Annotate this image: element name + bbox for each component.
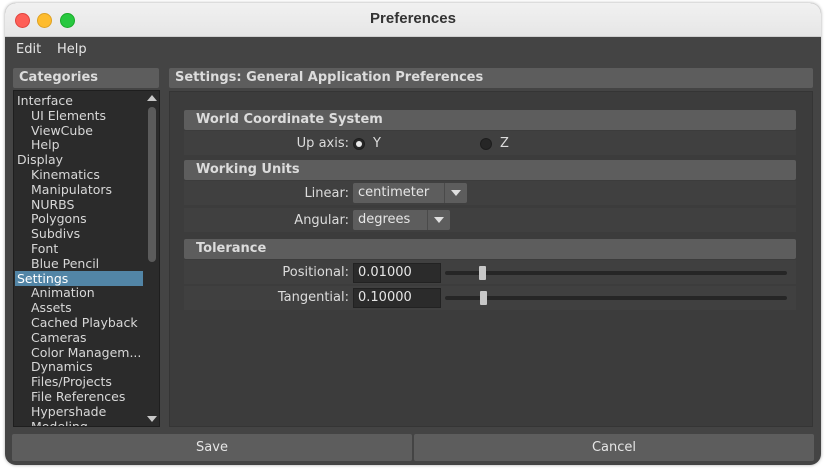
linear-value: centimeter (358, 185, 430, 200)
menu-help[interactable]: Help (57, 42, 87, 57)
category-item-display[interactable]: Display (15, 152, 143, 167)
angular-label: Angular: (294, 213, 349, 228)
category-item-files-projects[interactable]: Files/Projects (15, 374, 143, 389)
category-item-assets[interactable]: Assets (15, 300, 143, 315)
category-item-hypershade[interactable]: Hypershade (15, 404, 143, 419)
up-axis-label: Up axis: (296, 136, 349, 151)
category-item-modeling[interactable]: Modeling (15, 419, 143, 426)
tolerance-section-header[interactable]: Tolerance (184, 239, 796, 259)
linear-dropdown[interactable]: centimeter (353, 183, 467, 203)
save-button[interactable]: Save (12, 434, 412, 461)
scroll-up-icon[interactable] (147, 95, 157, 101)
linear-dropdown-button[interactable] (444, 183, 467, 203)
category-item-font[interactable]: Font (15, 241, 143, 256)
category-item-settings[interactable]: Settings (15, 270, 143, 286)
category-item-cached-playback[interactable]: Cached Playback (15, 315, 143, 330)
category-item-color-managem[interactable]: Color Managem... (15, 345, 143, 360)
category-item-viewcube[interactable]: ViewCube (15, 123, 143, 138)
angular-dropdown-button[interactable] (427, 210, 450, 230)
settings-panel: World Coordinate System Up axis: Y Z Wor… (169, 91, 813, 427)
category-item-nurbs[interactable]: NURBS (15, 197, 143, 212)
positional-slider-track[interactable] (445, 271, 787, 275)
linear-label: Linear: (304, 186, 349, 201)
category-item-ui-elements[interactable]: UI Elements (15, 108, 143, 123)
tangential-slider-handle[interactable] (480, 291, 487, 305)
category-item-interface[interactable]: Interface (15, 93, 143, 108)
menu-bar: Edit Help (5, 37, 821, 63)
category-item-file-references[interactable]: File References (15, 389, 143, 404)
settings-header: Settings: General Application Preference… (169, 68, 813, 88)
scrollbar-thumb[interactable] (148, 107, 156, 262)
chevron-down-icon (434, 217, 444, 223)
scroll-down-icon[interactable] (147, 416, 157, 422)
cancel-button[interactable]: Cancel (414, 434, 814, 461)
category-item-cameras[interactable]: Cameras (15, 330, 143, 345)
preferences-window: Preferences Edit Help Categories Interfa… (5, 3, 821, 465)
tangential-label: Tangential: (277, 290, 349, 305)
positional-input[interactable]: 0.01000 (353, 263, 441, 283)
up-axis-y-radio[interactable] (353, 138, 365, 150)
tangential-slider-track[interactable] (445, 296, 787, 300)
category-item-animation[interactable]: Animation (15, 285, 143, 300)
chevron-down-icon (451, 190, 461, 196)
categories-scrollbar[interactable] (145, 91, 159, 426)
category-item-kinematics[interactable]: Kinematics (15, 167, 143, 182)
up-axis-z-radio[interactable] (480, 138, 492, 150)
positional-slider-handle[interactable] (479, 266, 486, 280)
categories-header: Categories (13, 68, 159, 88)
category-item-dynamics[interactable]: Dynamics (15, 359, 143, 374)
positional-label: Positional: (282, 265, 349, 280)
category-item-manipulators[interactable]: Manipulators (15, 182, 143, 197)
window-title: Preferences (370, 10, 456, 27)
up-axis-z-label: Z (500, 136, 509, 151)
menu-edit[interactable]: Edit (16, 42, 41, 57)
tangential-input[interactable]: 0.10000 (353, 288, 441, 308)
world-coordinate-section-header[interactable]: World Coordinate System (184, 110, 796, 130)
category-item-polygons[interactable]: Polygons (15, 211, 143, 226)
angular-value: degrees (358, 212, 411, 227)
up-axis-y-label: Y (373, 136, 381, 151)
category-item-help[interactable]: Help (15, 137, 143, 152)
title-bar: Preferences (5, 3, 821, 37)
category-item-blue-pencil[interactable]: Blue Pencil (15, 256, 143, 271)
category-item-subdivs[interactable]: Subdivs (15, 226, 143, 241)
working-units-section-header[interactable]: Working Units (184, 160, 796, 180)
angular-dropdown[interactable]: degrees (353, 210, 450, 230)
categories-list[interactable]: Interface UI Elements ViewCube Help Display K… (13, 90, 160, 427)
